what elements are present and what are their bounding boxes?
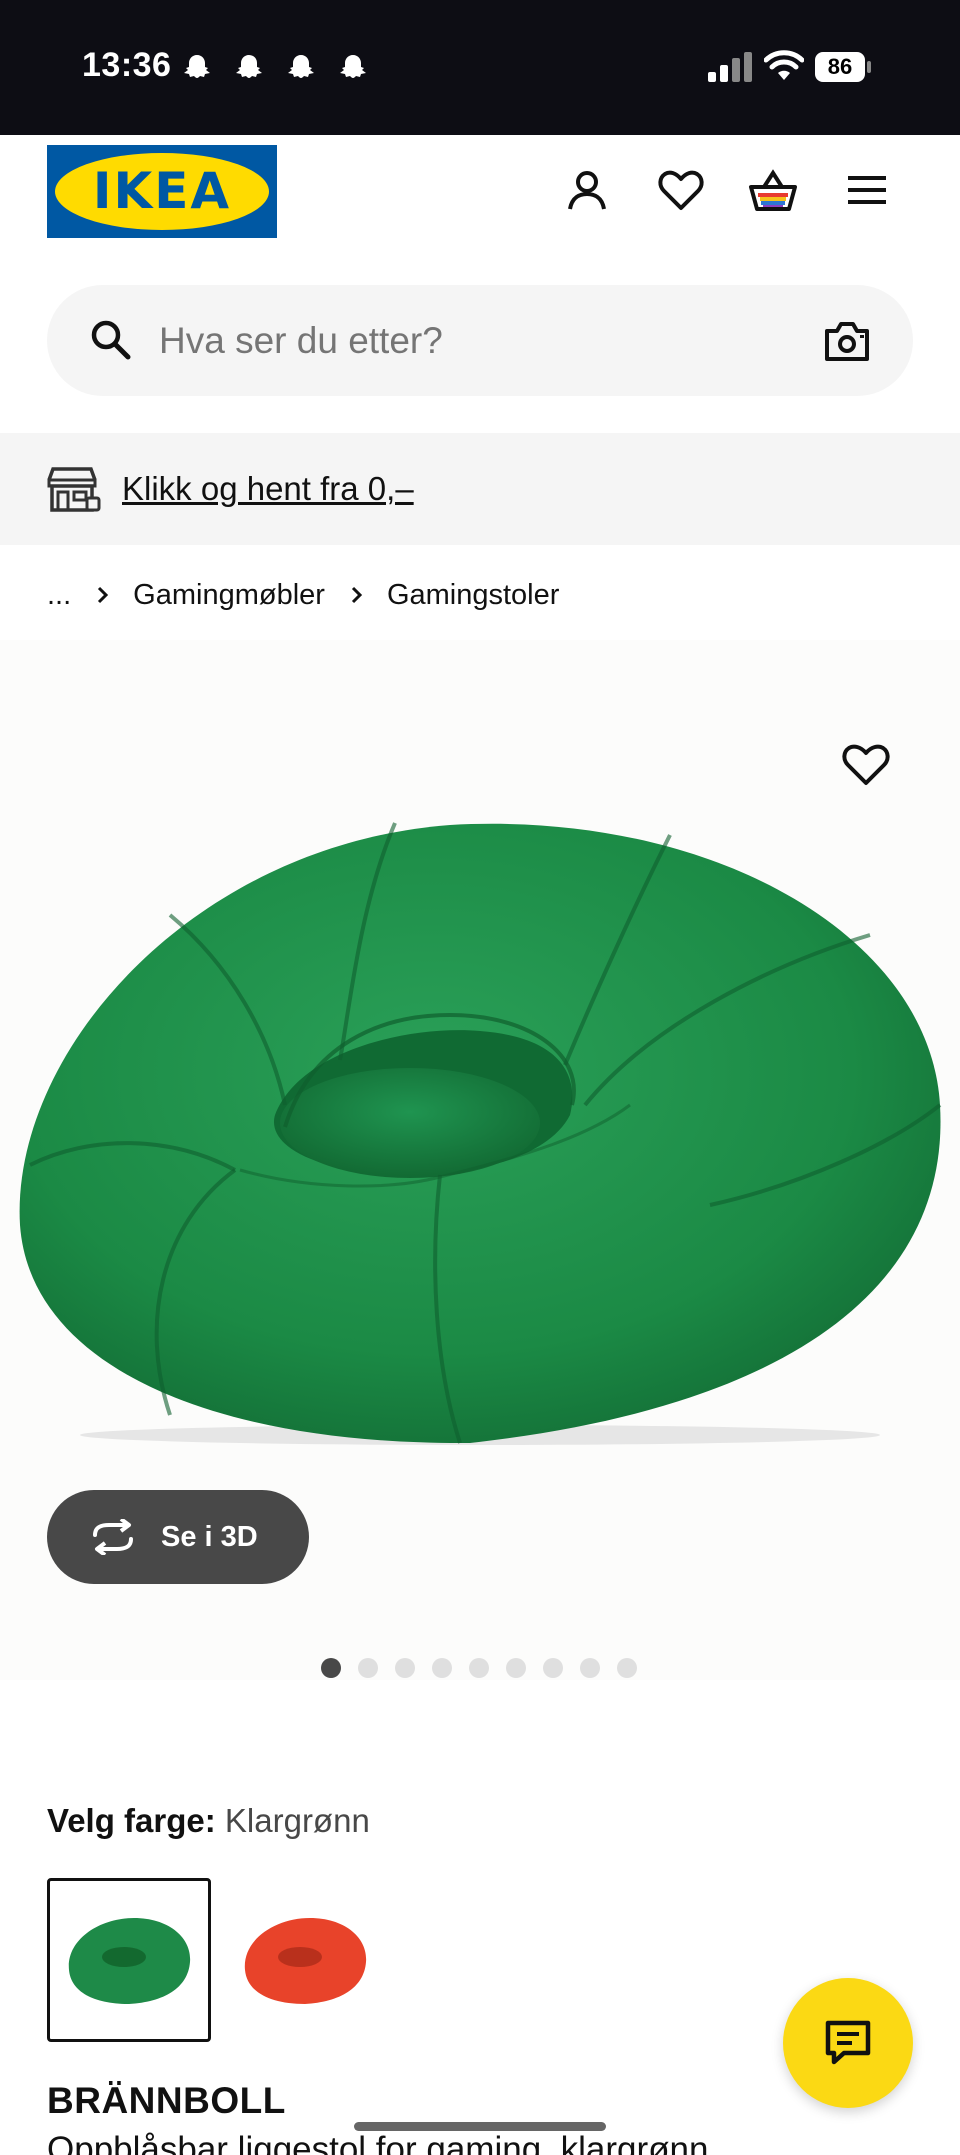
color-label-prefix: Velg farge: [47, 1802, 216, 1839]
gallery-dot[interactable] [617, 1658, 637, 1678]
click-collect-banner: Klikk og hent fra 0,– [0, 433, 960, 545]
chevron-right-icon [351, 586, 363, 604]
color-swatch-green[interactable] [47, 1878, 211, 2042]
chat-button[interactable] [783, 1978, 913, 2108]
gallery-dot[interactable] [506, 1658, 526, 1678]
battery-level: 86 [815, 52, 865, 82]
snapchat-icon [288, 55, 314, 78]
product-gallery[interactable]: Se i 3D [0, 640, 960, 1680]
breadcrumb-item-gamingmobler[interactable]: Gamingmøbler [133, 579, 325, 612]
snapchat-icon [236, 55, 262, 78]
gallery-dot[interactable] [358, 1658, 378, 1678]
gallery-dot[interactable] [580, 1658, 600, 1678]
cart-icon[interactable] [748, 165, 798, 215]
red-chair-thumbnail [244, 1918, 367, 2004]
chat-icon [825, 2020, 871, 2065]
wifi-icon [764, 50, 804, 80]
gallery-dot[interactable] [543, 1658, 563, 1678]
heart-icon[interactable] [656, 165, 706, 215]
color-selector-label: Velg farge: Klargrønn [47, 1802, 370, 1840]
search-bar[interactable] [47, 285, 913, 396]
gallery-pagination[interactable] [321, 1658, 637, 1678]
cellular-signal-icon [708, 52, 752, 82]
status-time: 13:36 [82, 46, 172, 84]
favorite-heart-icon[interactable] [840, 740, 892, 788]
view-in-3d-button[interactable]: Se i 3D [47, 1490, 309, 1584]
breadcrumb: ... Gamingmøbler Gamingstoler [47, 573, 559, 617]
product-name: BRÄNNBOLL [47, 2080, 286, 2121]
account-icon[interactable] [562, 165, 612, 215]
gallery-dot[interactable] [395, 1658, 415, 1678]
color-swatch-red[interactable] [223, 1878, 387, 2042]
battery-icon: 86 [815, 52, 871, 82]
site-header: IKEA [0, 135, 960, 265]
gallery-dot[interactable] [469, 1658, 489, 1678]
status-bar: 13:36 86 [0, 0, 960, 135]
gallery-dot[interactable] [432, 1658, 452, 1678]
green-chair-thumbnail [68, 1918, 191, 2004]
product-description: Oppblåsbar liggestol for gaming, klargrø… [47, 2130, 709, 2155]
rotate-3d-icon [93, 1519, 133, 1555]
snapchat-icon [340, 55, 366, 78]
gallery-dot[interactable] [321, 1658, 341, 1678]
breadcrumb-item-gamingstoler[interactable]: Gamingstoler [387, 579, 559, 612]
click-collect-link[interactable]: Klikk og hent fra 0,– [122, 433, 414, 545]
menu-icon[interactable] [842, 165, 892, 215]
ikea-logo[interactable]: IKEA [47, 145, 277, 238]
search-icon[interactable] [89, 318, 133, 362]
view-in-3d-label: Se i 3D [161, 1520, 258, 1553]
selected-color-name: Klargrønn [224, 1802, 370, 1839]
search-input[interactable] [159, 285, 779, 396]
breadcrumb-ellipsis[interactable]: ... [47, 579, 71, 612]
camera-search-icon[interactable] [823, 319, 871, 363]
home-indicator [354, 2122, 606, 2131]
product-image [19, 822, 942, 1445]
chevron-right-icon [98, 586, 109, 604]
snapchat-icon [184, 55, 210, 78]
store-icon [47, 467, 101, 512]
